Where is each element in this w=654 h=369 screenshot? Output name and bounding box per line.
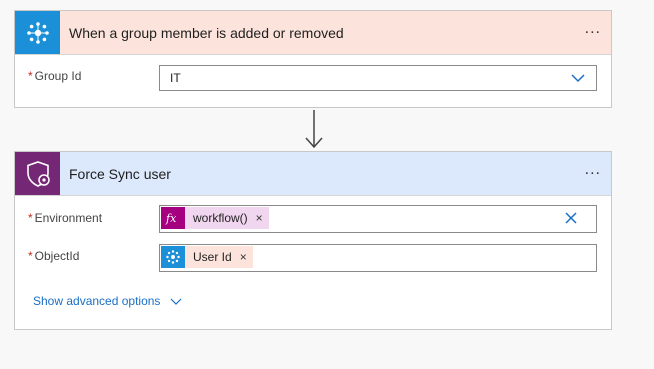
trigger-more-button[interactable]: ... [585, 21, 601, 37]
group-connector-icon [161, 246, 185, 268]
svg-text:fx: fx [165, 212, 177, 225]
objectid-field[interactable]: User Id × [159, 244, 597, 272]
remove-workflow-token-button[interactable]: × [251, 207, 269, 229]
required-marker: * [28, 249, 33, 263]
objectid-label: * ObjectId [28, 249, 79, 263]
flow-arrow-icon [305, 110, 323, 149]
advanced-label: Show advanced options [33, 294, 161, 308]
remove-user-id-token-button[interactable]: × [235, 246, 253, 268]
chevron-down-icon [171, 298, 182, 305]
clear-icon[interactable] [564, 211, 578, 225]
trigger-title: When a group member is added or removed [69, 25, 344, 41]
group-id-dropdown[interactable]: IT [159, 65, 597, 91]
required-marker: * [28, 211, 33, 225]
action-title: Force Sync user [69, 166, 171, 182]
user-id-token[interactable]: User Id × [161, 246, 253, 268]
fx-icon: fx [161, 207, 185, 229]
shield-gear-icon [15, 152, 60, 195]
action-header[interactable]: Force Sync user ... [15, 152, 611, 196]
environment-label-text: Environment [34, 211, 103, 225]
action-card: Force Sync user ... * Environment fx work… [14, 151, 612, 330]
environment-label: * Environment [28, 211, 102, 225]
environment-field[interactable]: fx workflow() × [159, 205, 597, 233]
show-advanced-options-link[interactable]: Show advanced options [33, 294, 182, 308]
group-id-value: IT [170, 71, 181, 85]
workflow-token-label: workflow() [185, 207, 252, 229]
trigger-header[interactable]: When a group member is added or removed … [15, 11, 611, 55]
workflow-token[interactable]: fx workflow() × [161, 207, 269, 229]
chevron-down-icon[interactable] [570, 70, 586, 86]
group-connector-icon [15, 11, 60, 54]
objectid-label-text: ObjectId [34, 249, 80, 263]
group-id-label: * Group Id [28, 69, 81, 83]
user-id-token-label: User Id [185, 246, 236, 268]
required-marker: * [28, 69, 33, 83]
group-id-label-text: Group Id [34, 69, 82, 83]
action-more-button[interactable]: ... [585, 162, 601, 178]
trigger-card: When a group member is added or removed … [14, 10, 612, 108]
